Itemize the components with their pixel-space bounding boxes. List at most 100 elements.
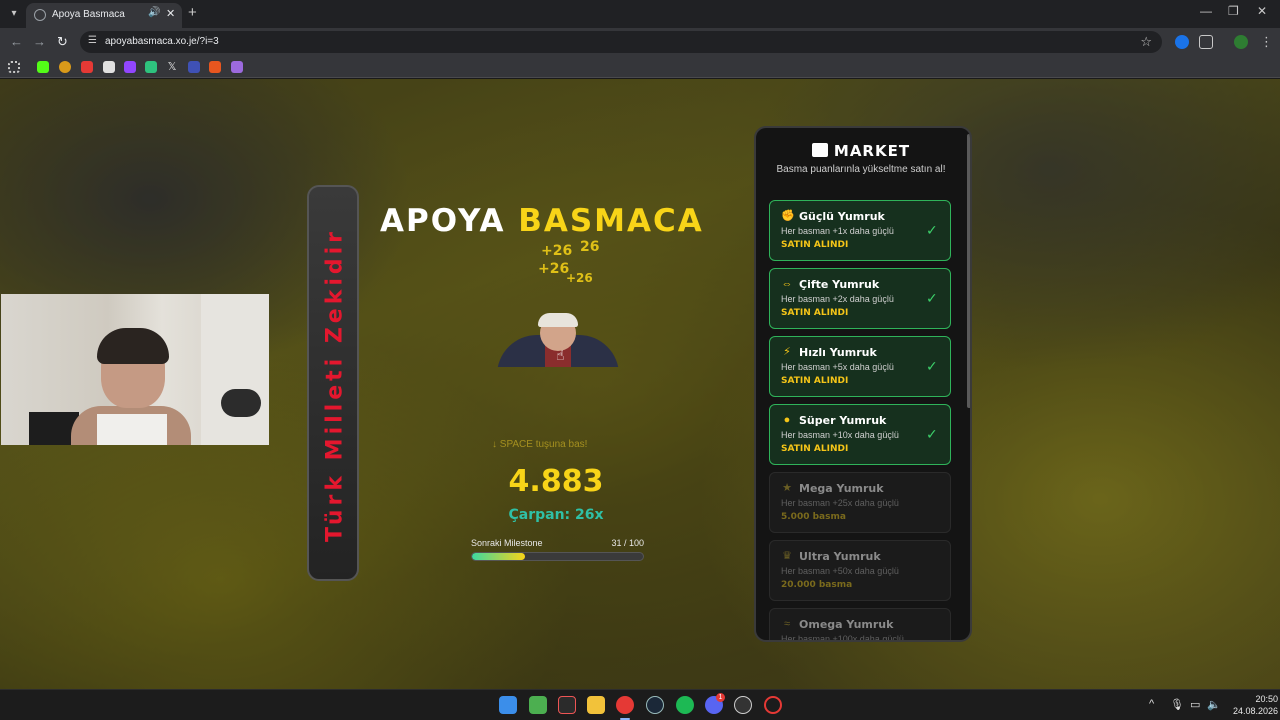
bookmark-icon[interactable] bbox=[209, 61, 221, 73]
spotify-icon[interactable] bbox=[676, 696, 694, 714]
webcam-person bbox=[71, 328, 191, 445]
profile-icon[interactable] bbox=[1234, 35, 1248, 49]
bookmark-icon[interactable] bbox=[231, 61, 243, 73]
market-item-card[interactable]: ✊ Güçlü Yumruk Her basman +1x daha güçlü SA… bbox=[769, 200, 951, 261]
windows-taskbar: 1 ^ 🎙 ▭ 🔈 20:50 24.08.2026 bbox=[0, 689, 1280, 720]
site-favicon-icon bbox=[34, 9, 46, 21]
back-arrow-icon[interactable]: ← bbox=[10, 33, 23, 51]
purchased-status: SATIN ALINDI bbox=[781, 444, 849, 454]
twitch-icon[interactable] bbox=[124, 61, 136, 73]
address-bar[interactable]: ☰ apoyabasmaca.xo.je/?i=3 ☆ bbox=[80, 31, 1162, 53]
clock-date[interactable]: 24.08.2026 bbox=[1222, 706, 1278, 716]
reload-icon[interactable]: ↻ bbox=[57, 33, 68, 51]
market-item-name: Mega Yumruk bbox=[799, 482, 884, 495]
market-item-name: Ultra Yumruk bbox=[799, 550, 881, 563]
browser-menu-icon[interactable]: ⋮ bbox=[1260, 33, 1273, 51]
arrow-down-icon: ↓ bbox=[492, 439, 500, 450]
apps-grid-icon[interactable] bbox=[8, 61, 20, 73]
bookmark-star-icon[interactable]: ☆ bbox=[1140, 34, 1152, 50]
steam-icon[interactable] bbox=[646, 696, 664, 714]
market-item-description: Her basman +1x daha güçlü bbox=[781, 226, 894, 236]
market-title: MARKET bbox=[833, 142, 911, 160]
file-explorer-icon[interactable] bbox=[587, 696, 605, 714]
market-item-card[interactable]: ⚡ Hızlı Yumruk Her basman +5x daha güçlü SA… bbox=[769, 336, 951, 397]
chrome-icon[interactable] bbox=[616, 696, 634, 714]
market-item-card[interactable]: ≈ Omega Yumruk Her basman +100x daha güçlü bbox=[769, 608, 951, 640]
speaker-icon[interactable]: 🔊 bbox=[148, 7, 160, 18]
market-item-card[interactable]: ★ Mega Yumruk Her basman +25x daha güçlü 5.… bbox=[769, 472, 951, 533]
price-label: 5.000 basma bbox=[781, 512, 846, 522]
market-item-description: Her basman +50x daha güçlü bbox=[781, 566, 899, 576]
price-label: 20.000 basma bbox=[781, 580, 853, 590]
notification-badge: 1 bbox=[716, 693, 725, 702]
milestone-progress-fill bbox=[472, 553, 525, 560]
app-icon[interactable] bbox=[734, 696, 752, 714]
network-icon[interactable]: ▭ bbox=[1190, 698, 1200, 711]
extension-icon[interactable] bbox=[1175, 35, 1189, 49]
maximize-button[interactable]: ❐ bbox=[1228, 4, 1239, 18]
purchased-status: SATIN ALINDI bbox=[781, 240, 849, 250]
market-item-description: Her basman +5x daha güçlü bbox=[781, 362, 894, 372]
lightning-icon: ⚡ bbox=[783, 346, 791, 358]
tab-search-icon[interactable]: ▾ bbox=[6, 6, 22, 22]
title-part-yellow: BASMACA bbox=[518, 203, 704, 239]
show-hidden-icons[interactable]: ^ bbox=[1149, 698, 1154, 710]
youtube-icon[interactable] bbox=[81, 61, 93, 73]
opera-icon[interactable] bbox=[764, 696, 782, 714]
forward-arrow-icon[interactable]: → bbox=[33, 33, 46, 51]
market-item-description: Her basman +10x daha güçlü bbox=[781, 430, 899, 440]
market-item-description: Her basman +25x daha güçlü bbox=[781, 498, 899, 508]
tab-bar: ▾ Apoya Basmaca 🔊 ✕ + — ❐ ✕ bbox=[0, 0, 1280, 28]
bookmark-icon[interactable] bbox=[59, 61, 71, 73]
kick-icon[interactable] bbox=[37, 61, 49, 73]
floating-points: +26 bbox=[541, 243, 573, 259]
tab-close-icon[interactable]: ✕ bbox=[166, 7, 175, 20]
bookmark-icon[interactable] bbox=[188, 61, 200, 73]
hand-cursor-icon: ☝ bbox=[556, 347, 565, 363]
purchased-status: SATIN ALINDI bbox=[781, 376, 849, 386]
double-fist-icon: ⇔ bbox=[781, 278, 793, 290]
milestone-label: Sonraki Milestone bbox=[471, 538, 543, 548]
clock-time[interactable]: 20:50 bbox=[1238, 694, 1278, 704]
minecraft-icon[interactable] bbox=[529, 696, 547, 714]
floating-points: +26 bbox=[538, 261, 570, 277]
game-title: APOYA BASMACA bbox=[380, 203, 740, 239]
tab-apoya-basmaca[interactable]: Apoya Basmaca 🔊 ✕ bbox=[26, 3, 182, 28]
close-window-button[interactable]: ✕ bbox=[1257, 4, 1267, 18]
minimize-button[interactable]: — bbox=[1200, 4, 1212, 18]
site-info-icon[interactable]: ☰ bbox=[88, 35, 97, 46]
x-icon[interactable]: 𝕏 bbox=[166, 61, 178, 73]
floating-points: 26 bbox=[580, 239, 600, 255]
webcam-curtain bbox=[201, 294, 269, 445]
microphone-icon bbox=[221, 389, 261, 417]
milestone-count: 31 / 100 bbox=[611, 538, 644, 548]
space-hint: ↓ SPACE tuşuna bas! bbox=[492, 439, 588, 450]
volume-icon[interactable]: 🔈 bbox=[1207, 698, 1221, 711]
side-banner: Türk Milleti Zekidir bbox=[307, 185, 359, 581]
store-icon bbox=[811, 143, 828, 157]
market-item-card[interactable]: ♛ Ultra Yumruk Her basman +50x daha güçlü 2… bbox=[769, 540, 951, 601]
start-menu-icon[interactable] bbox=[499, 696, 517, 714]
market-item-name: Süper Yumruk bbox=[799, 414, 887, 427]
crown-icon: ♛ bbox=[782, 550, 792, 562]
fist-icon: ✊ bbox=[781, 210, 795, 222]
microphone-tray-icon[interactable]: 🎙 bbox=[1170, 698, 1184, 711]
bookmark-icon[interactable] bbox=[145, 61, 157, 73]
url-text: apoyabasmaca.xo.je/?i=3 bbox=[105, 36, 219, 47]
market-item-card[interactable]: ⇔ Çifte Yumruk Her basman +2x daha güçlü SA… bbox=[769, 268, 951, 329]
app-icon[interactable] bbox=[558, 696, 576, 714]
dragon-icon: ≈ bbox=[783, 618, 791, 630]
checkmark-icon: ✓ bbox=[926, 426, 938, 442]
market-scrollbar[interactable] bbox=[967, 134, 970, 408]
bookmark-icon[interactable] bbox=[103, 61, 115, 73]
market-item-name: Çifte Yumruk bbox=[799, 278, 880, 291]
checkmark-icon: ✓ bbox=[926, 358, 938, 374]
market-item-name: Hızlı Yumruk bbox=[799, 346, 877, 359]
market-item-card[interactable]: ● Süper Yumruk Her basman +10x daha güçlü S… bbox=[769, 404, 951, 465]
new-tab-button[interactable]: + bbox=[188, 4, 197, 22]
floating-points: +26 bbox=[566, 271, 593, 285]
flame-icon: ● bbox=[783, 414, 791, 426]
extensions-puzzle-icon[interactable] bbox=[1199, 35, 1213, 49]
side-banner-text: Türk Milleti Zekidir bbox=[322, 227, 348, 543]
market-subtitle: Basma puanlarınla yükseltme satın al! bbox=[776, 164, 946, 175]
